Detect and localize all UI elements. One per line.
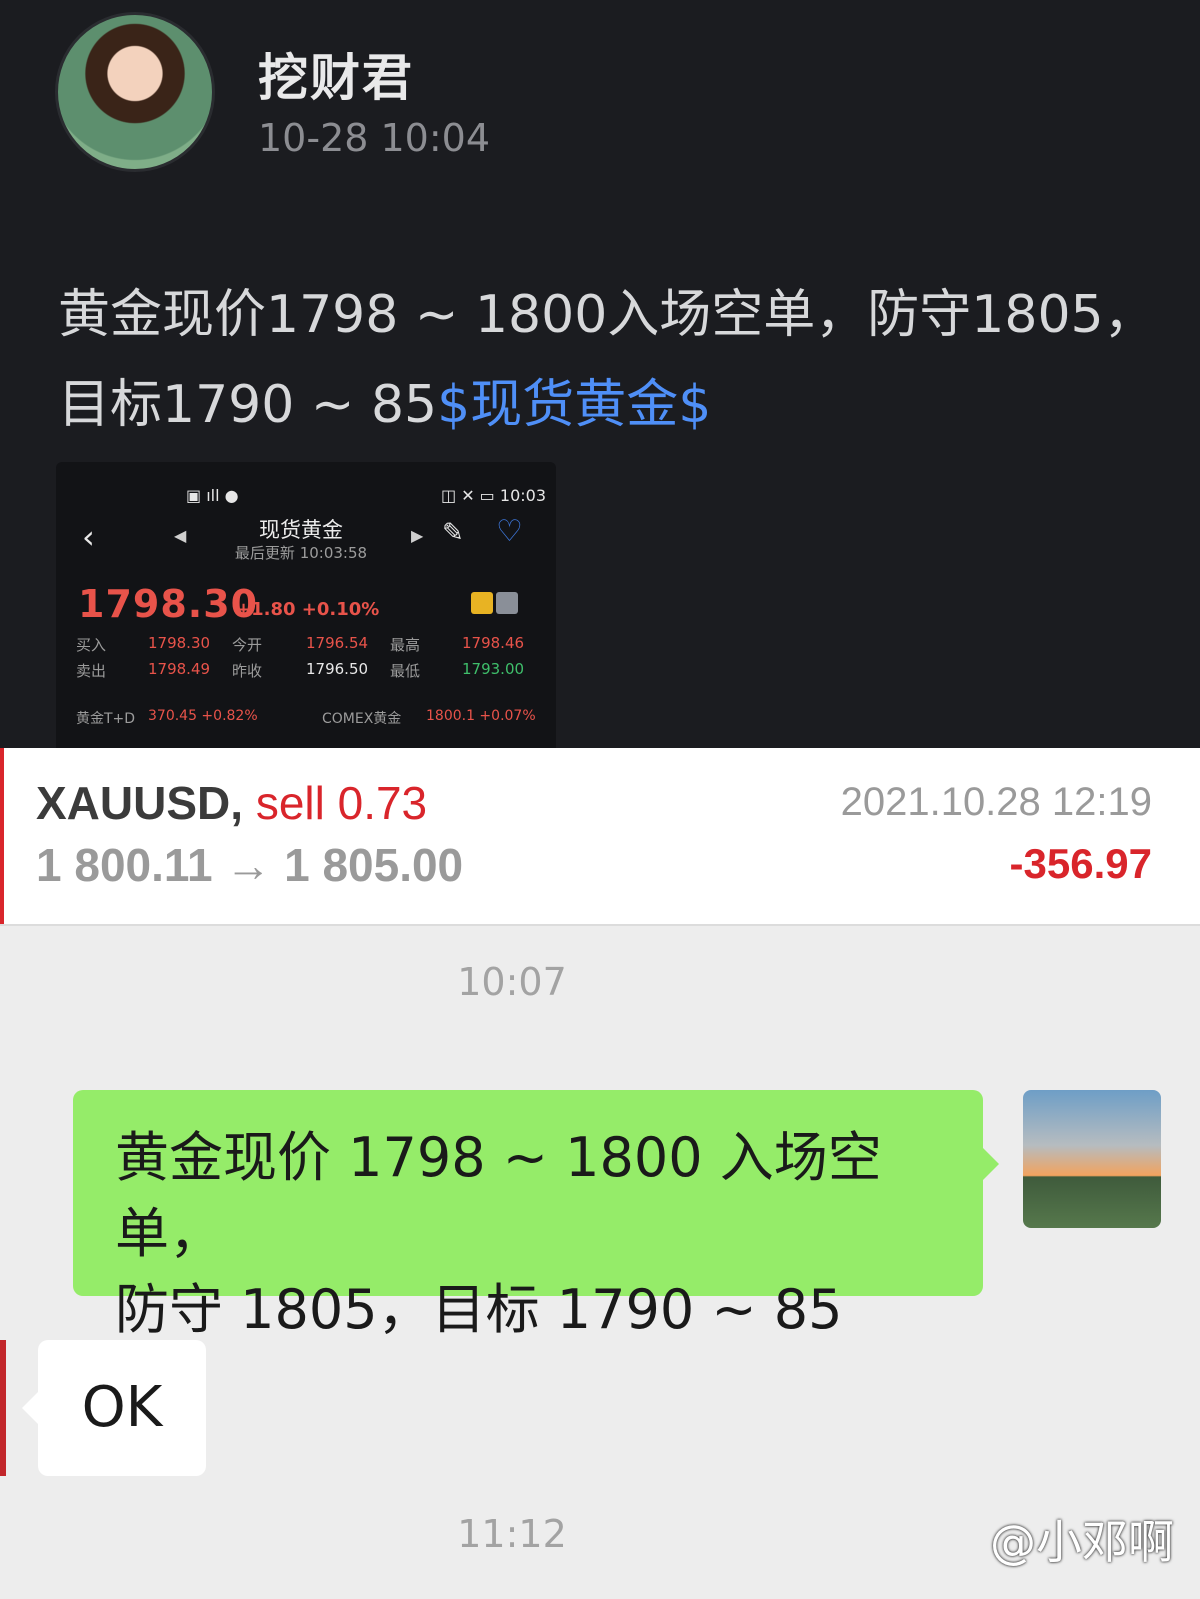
bid-label: 买入: [76, 636, 107, 654]
trade-symbol: XAUUSD,: [36, 777, 244, 829]
current-price: 1798.30: [78, 582, 259, 626]
quote-tools: [468, 592, 518, 618]
low-value: 1793.00: [462, 660, 525, 678]
trade-profit: -356.97: [1009, 840, 1152, 887]
post-text: 黄金现价1798 ~ 1800入场空单，防守1805，目标1790 ~ 85$现…: [58, 270, 1168, 450]
trade-side-indicator: [0, 748, 4, 924]
price-change: +1.80 +0.10%: [236, 599, 380, 620]
last-updated: 最后更新 10:03:58: [206, 542, 396, 563]
related-label-comex[interactable]: COMEX黄金: [322, 708, 401, 728]
post-card: 挖财君 10-28 10:04 黄金现价1798 ~ 1800入场空单，防守18…: [0, 0, 1200, 748]
heart-icon[interactable]: ♡: [496, 514, 523, 549]
stock-tag-link[interactable]: $现货黄金$: [437, 375, 711, 435]
trade-datetime: 2021.10.28 12:19: [840, 780, 1152, 824]
bid-value: 1798.30: [148, 634, 211, 652]
author-name[interactable]: 挖财君: [258, 38, 414, 110]
refresh-icon[interactable]: [471, 592, 493, 614]
post-time: 10-28 10:04: [258, 116, 491, 160]
ask-value: 1798.49: [148, 660, 211, 678]
low-label: 最低: [390, 662, 421, 680]
watermark: @小邓啊: [990, 1515, 1174, 1569]
trade-prices: 1 800.11 → 1 805.00: [36, 839, 464, 891]
quote-screenshot[interactable]: ▣ ıll ● ◫ ✕ ▭ 10:03 ‹ ◀ 现货黄金 最后更新 10:03:…: [56, 462, 556, 748]
back-icon[interactable]: ‹: [82, 518, 95, 556]
trade-record[interactable]: XAUUSD, sell 0.73 1 800.11 → 1 805.00 20…: [0, 748, 1200, 926]
open-label: 今开: [232, 636, 263, 654]
chat-timestamp: 10:07: [457, 960, 567, 1004]
sent-message-bubble[interactable]: 黄金现价 1798 ~ 1800 入场空单， 防守 1805，目标 1790 ~…: [73, 1090, 999, 1341]
trade-side: sell 0.73: [255, 777, 428, 829]
last-updated-label: 最后更新: [234, 544, 295, 562]
quote-row: 买入 1798.30 今开 1796.54 最高 1798.46: [76, 634, 536, 660]
message-line: 黄金现价 1798 ~ 1800 入场空单，: [115, 1126, 882, 1265]
quote-grid: 买入 1798.30 今开 1796.54 最高 1798.46 卖出 1798…: [76, 634, 536, 686]
status-time: 10:03: [499, 486, 546, 505]
signal-icons: ▣ ıll ●: [186, 486, 239, 505]
ask-label: 卖出: [76, 662, 107, 680]
my-avatar[interactable]: [1023, 1090, 1161, 1228]
prev-close-value: 1796.50: [306, 660, 369, 678]
settings-icon[interactable]: [496, 592, 518, 614]
high-label: 最高: [390, 636, 421, 654]
open-value: 1796.54: [306, 634, 369, 652]
related-value-comex: 1800.1 +0.07%: [426, 708, 536, 724]
chat-timestamp: 11:12: [457, 1512, 567, 1556]
last-updated-time: 10:03:58: [299, 544, 368, 562]
edit-icon[interactable]: ✎: [442, 518, 464, 548]
quote-title: 现货黄金: [259, 518, 343, 542]
status-time-group: ◫ ✕ ▭ 10:03: [440, 486, 546, 505]
quote-row: 卖出 1798.49 昨收 1796.50 最低 1793.00: [76, 660, 536, 686]
message-line: 防守 1805，目标 1790 ~ 85: [115, 1278, 843, 1341]
received-message-bubble[interactable]: OK: [22, 1340, 206, 1476]
author-avatar[interactable]: [55, 12, 215, 172]
prev-close-label: 昨收: [232, 662, 263, 680]
high-value: 1798.46: [462, 634, 525, 652]
prev-arrow-icon[interactable]: ◀: [174, 526, 186, 545]
peer-avatar[interactable]: [0, 1340, 6, 1476]
related-label-td[interactable]: 黄金T+D: [76, 708, 135, 728]
related-value-td: 370.45 +0.82%: [148, 708, 258, 724]
next-arrow-icon[interactable]: ▶: [411, 526, 423, 545]
trade-symbol-line: XAUUSD, sell 0.73: [36, 776, 427, 830]
